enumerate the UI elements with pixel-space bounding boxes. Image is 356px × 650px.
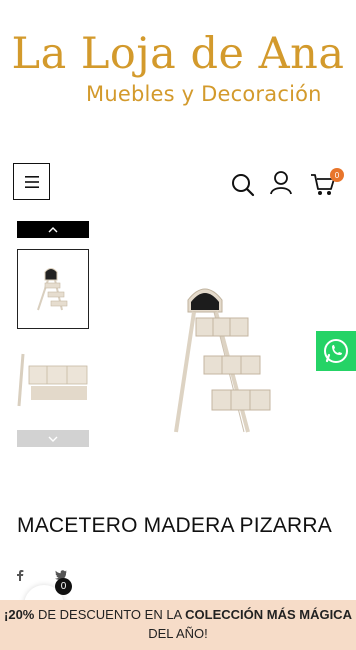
brand-logo[interactable]: La Loja de Ana Muebles y Decoración (0, 29, 356, 106)
cart-count-badge: 0 (330, 168, 344, 182)
thumbnails-up-button[interactable] (17, 221, 89, 238)
header-icons (0, 170, 356, 200)
user-icon[interactable] (268, 170, 296, 198)
thumbnail-1-image (37, 268, 68, 311)
product-main-image[interactable] (170, 272, 280, 442)
chevron-up-icon (48, 226, 58, 232)
thumbnails-down-button[interactable] (17, 430, 89, 447)
product-thumbnail-1[interactable] (17, 249, 89, 329)
product-thumbnail-2[interactable] (17, 352, 89, 408)
product-title: MACETERO MADERA PIZARRA (17, 514, 332, 537)
whatsapp-icon (324, 339, 348, 363)
floating-count-badge: 0 (55, 578, 72, 595)
promo-text-1: DE DESCUENTO EN LA (34, 607, 186, 622)
brand-subtitle: Muebles y Decoración (86, 82, 322, 106)
promo-collection: COLECCIÓN MÁS MÁGICA (185, 607, 352, 622)
thumbnail-2-image (17, 353, 88, 407)
chevron-down-icon (48, 436, 58, 442)
promo-banner[interactable]: ¡20% DE DESCUENTO EN LA COLECCIÓN MÁS MÁ… (0, 600, 356, 650)
promo-text-2: DEL AÑO! (148, 626, 208, 641)
whatsapp-button[interactable] (316, 331, 356, 371)
promo-discount: ¡20% (4, 607, 35, 622)
search-icon[interactable] (229, 170, 257, 198)
facebook-icon[interactable] (13, 568, 27, 582)
brand-title: La Loja de Ana (11, 29, 345, 79)
